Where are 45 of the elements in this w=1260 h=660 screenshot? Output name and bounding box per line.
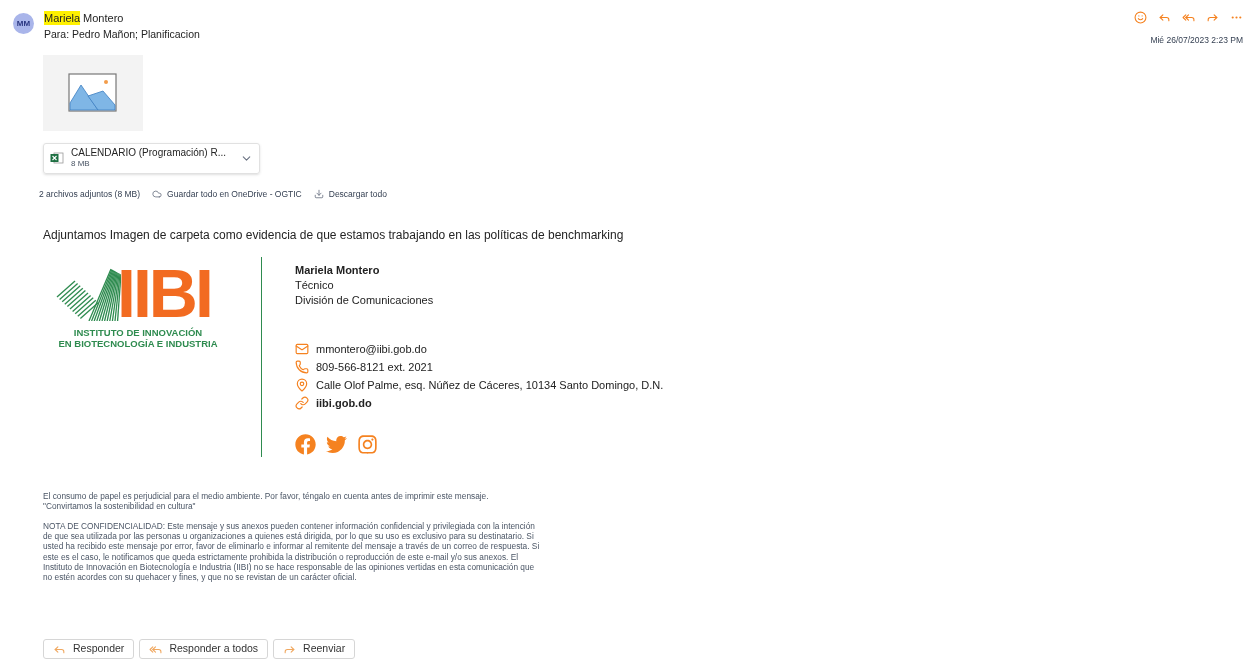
link-icon	[295, 396, 309, 410]
date: Mié 26/07/2023 2:23 PM	[1150, 34, 1243, 47]
cloud-icon	[152, 189, 163, 200]
action-button[interactable]: Responder a todos	[139, 639, 269, 659]
action-button[interactable]: Responder	[43, 639, 135, 659]
facebook-icon[interactable]	[295, 433, 316, 455]
avatar: MM	[13, 13, 34, 34]
sender-name: Mariela	[44, 11, 81, 25]
mail-icon	[295, 342, 309, 356]
logo-tagline: INSTITUTO DE INNOVACIÓN	[73, 326, 203, 338]
reply-all-icon[interactable]	[1182, 11, 1195, 24]
phone-icon	[295, 360, 309, 374]
contact-text: 809-566-8121 ext. 2021	[316, 359, 433, 375]
attachment-action[interactable]: Descargar todo	[313, 187, 387, 201]
disclaimer-text: NOTA DE CONFIDENCIALIDAD: Este mensaje y sus anexos pueden contener información confidencial y privilegiada con la intención de que sea utilizada por las personas u organizaciones a quienes está dirigida, por lo que su uso es exclusivo para su destinatario. Si usted ha recibido este mensaje por error, favor de eliminarlo e informar al remitente del mensaje a través de un correo de respuesta. Si este es el caso, le notificamos que queda estrictamente prohibida la distribución o reproducción de este e-mail y/o sus anexos. El Instituto de Innovación en Biotecnología e Industria (IIBI) no se hace responsable de las opiniones vertidas en esta comunicación que no estén acordes con su quehacer y fines, y que no se revistan de un carácter oficial.	[43, 520, 541, 583]
website-link[interactable]: iibi.gob.do	[316, 395, 372, 411]
emoji-icon[interactable]	[1134, 11, 1147, 24]
forward-icon[interactable]	[1206, 11, 1219, 24]
contact-text: Calle Olof Palme, esq. Núñez de Cáceres, 10134 Santo Domingo, D.N.	[316, 377, 664, 393]
image-attachment-thumbnail[interactable]	[43, 54, 143, 131]
sender-name: Montero	[83, 11, 124, 25]
signature-name: Mariela Montero	[295, 262, 381, 278]
file-name: CALENDARIO (Programación) R...	[71, 147, 228, 160]
contact-text[interactable]: mmontero@iibi.gob.do	[316, 341, 427, 357]
recipients: Para: Pedro Mañon; Planificacion	[44, 27, 200, 41]
spreadsheet-icon	[50, 152, 64, 165]
leaf-stripes-drawing	[55, 266, 121, 321]
reply-icon[interactable]	[1158, 11, 1171, 24]
download-icon	[313, 189, 324, 200]
logo-letters: IIBI	[117, 264, 211, 321]
logo-tagline: EN BIOTECNOLOGÍA E INDUSTRIA	[58, 337, 218, 349]
message-body: Adjuntamos Imagen de carpeta como evidencia de que estamos trabajando en las políticas de benchmarking	[43, 227, 625, 243]
image-icon	[68, 72, 118, 113]
location-pin-icon	[295, 378, 309, 392]
action-button[interactable]: Reenviar	[273, 639, 356, 659]
disclaimer-text: El consumo de papel es perjudicial para el medio ambiente. Por favor, téngalo en cuenta antes de imprimir este mensaje.	[43, 490, 490, 501]
file-size: 8 MB	[71, 159, 91, 170]
signature-title: Técnico	[295, 277, 335, 293]
attachment-summary: 2 archivos adjuntos (8 MB)	[39, 187, 141, 201]
signature-department: División de Comunicaciones	[295, 292, 435, 308]
twitter-icon[interactable]	[326, 433, 347, 455]
instagram-icon[interactable]	[357, 433, 378, 455]
disclaimer-text: "Convirtamos la sostenibilidad en cultura"	[43, 500, 197, 511]
file-attachment-card[interactable]: CALENDARIO (Programación) R... 8 MB	[43, 142, 260, 174]
attachment-action[interactable]: Guardar todo en OneDrive - OGTIC	[152, 187, 302, 201]
